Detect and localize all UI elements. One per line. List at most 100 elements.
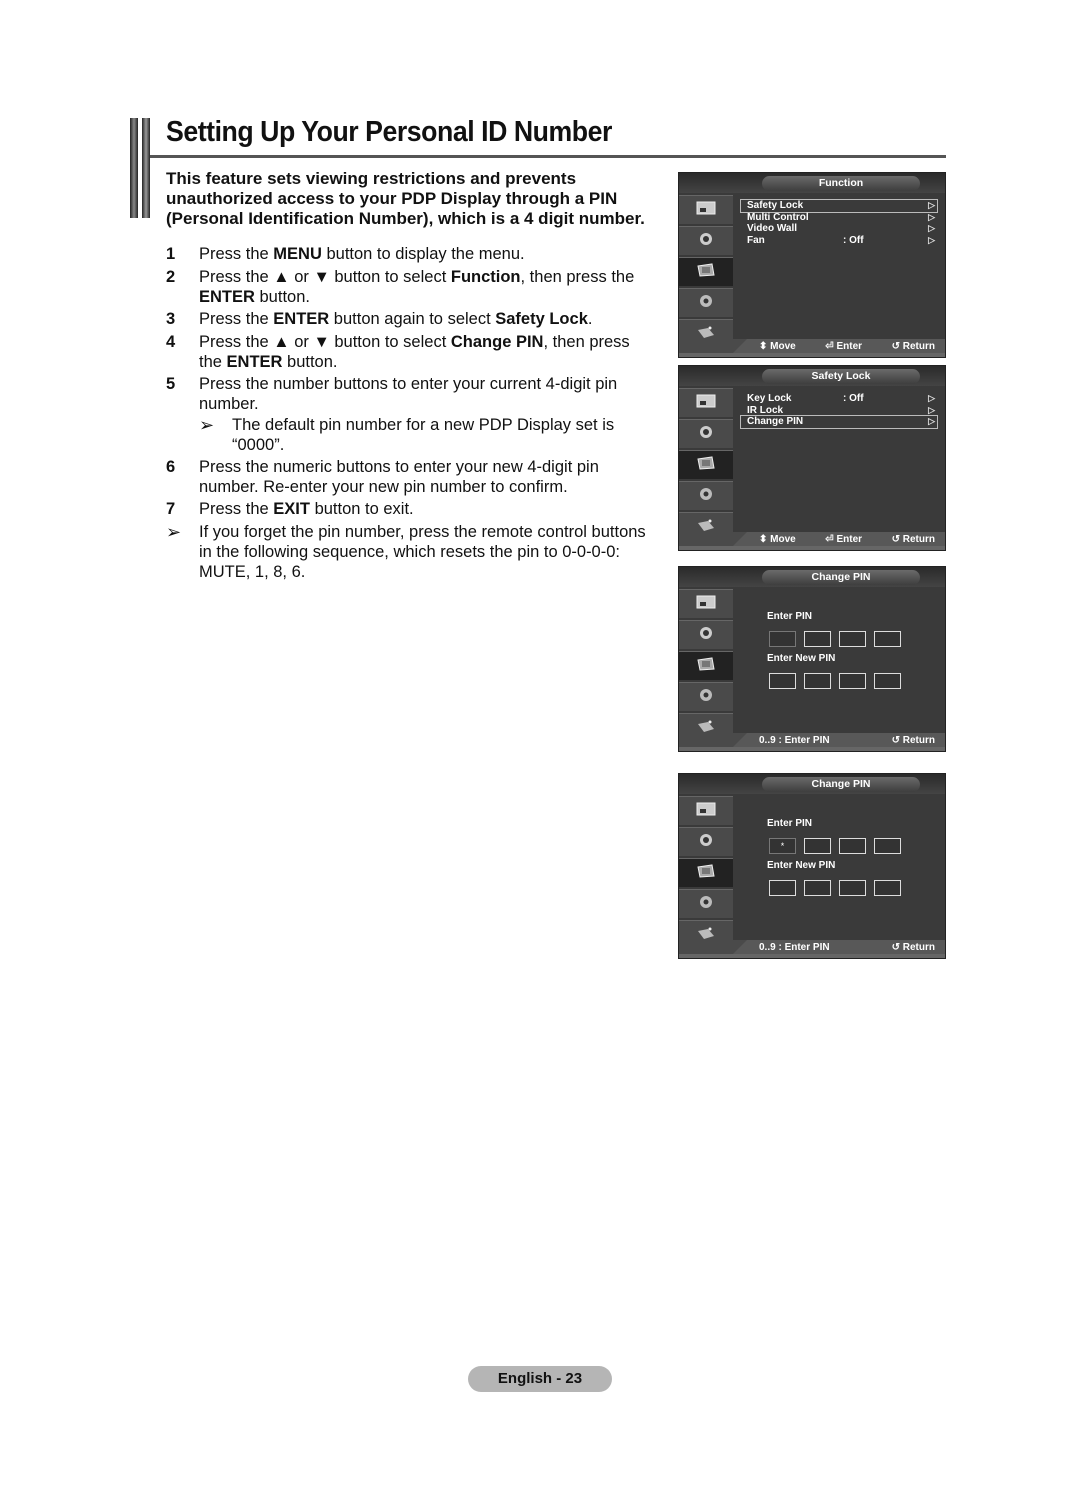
step-item: 6 Press the numeric buttons to enter your… xyxy=(166,457,656,497)
picture-icon xyxy=(696,394,716,413)
osd-menu-item[interactable]: Change PIN ▷ xyxy=(740,415,938,429)
pin-digit-box[interactable] xyxy=(769,631,796,647)
pin-digit-box[interactable] xyxy=(874,838,901,854)
return-hint: ↺ Return xyxy=(891,534,935,545)
new-pin-digit-box[interactable] xyxy=(769,880,796,896)
osd-header: Function xyxy=(762,176,920,191)
enter-hint: ⏎ Enter xyxy=(825,341,863,352)
return-hint: ↺ Return xyxy=(891,942,935,953)
osd-menu-item[interactable]: Multi Control ▷ xyxy=(741,212,937,224)
osd-tab-setup[interactable] xyxy=(679,288,733,317)
new-pin-fields xyxy=(769,673,901,689)
osd-tab-function[interactable] xyxy=(679,257,733,286)
osd-menu-screen: Safety Lock Key Lock: Off ▷ IR Lock ▷ Change … xyxy=(678,365,946,551)
osd-menu-item[interactable]: IR Lock ▷ xyxy=(741,405,937,417)
arrow-icon: ➢ xyxy=(199,414,215,435)
enter-new-pin-label: Enter New PIN xyxy=(767,653,836,664)
step-number: 6 xyxy=(166,457,176,476)
chevron-right-icon: ▷ xyxy=(928,223,935,233)
intro-text: This feature sets viewing restrictions a… xyxy=(166,169,645,228)
page-number-badge: English - 23 xyxy=(468,1366,612,1392)
step-number: 7 xyxy=(166,500,176,518)
osd-header: Change PIN xyxy=(762,570,920,585)
osd-sidebar xyxy=(679,796,733,949)
osd-menu-list: Key Lock: Off ▷ IR Lock ▷ Change PIN ▷ xyxy=(740,393,938,429)
osd-sidebar xyxy=(679,388,733,541)
step-number: 3 xyxy=(166,310,176,328)
osd-tab-sound[interactable] xyxy=(679,419,733,448)
enter-pin-label: Enter PIN xyxy=(767,611,813,622)
new-pin-digit-box[interactable] xyxy=(769,673,796,689)
osd-tab-setup[interactable] xyxy=(679,889,733,918)
step-text: Press the EXIT button to exit. xyxy=(199,500,414,518)
osd-tab-function[interactable] xyxy=(679,651,733,680)
sound-icon xyxy=(696,833,716,852)
osd-tab-sound[interactable] xyxy=(679,226,733,255)
sound-icon xyxy=(696,425,716,444)
steps-list: 1 Press the MENU button to display the me… xyxy=(166,244,656,582)
new-pin-digit-box[interactable] xyxy=(874,673,901,689)
move-hint: ⬍ Move xyxy=(759,534,796,545)
step-text: Press the ▲ or ▼ button to select Functi… xyxy=(199,267,635,306)
chevron-right-icon: ▷ xyxy=(928,393,935,403)
osd-menu-item[interactable]: Video Wall ▷ xyxy=(741,223,937,235)
new-pin-digit-box[interactable] xyxy=(839,880,866,896)
pin-digit-box[interactable] xyxy=(804,838,831,854)
pin-digit-box[interactable] xyxy=(804,631,831,647)
new-pin-digit-box[interactable] xyxy=(804,673,831,689)
return-hint: ↺ Return xyxy=(891,735,935,746)
new-pin-fields xyxy=(769,880,901,896)
osd-tab-setup[interactable] xyxy=(679,682,733,711)
step-item: 2 Press the ▲ or ▼ button to select Funct… xyxy=(166,267,656,307)
step-text: Press the MENU button to display the men… xyxy=(199,245,525,263)
step-item: 3 Press the ENTER button again to select … xyxy=(166,309,656,329)
page-title: Setting Up Your Personal ID Number xyxy=(166,116,612,148)
osd-header: Change PIN xyxy=(762,777,920,792)
osd-menu-screen: Function Safety Lock ▷ Multi Control ▷ Video … xyxy=(678,172,946,358)
chevron-right-icon: ▷ xyxy=(928,200,935,210)
chevron-right-icon: ▷ xyxy=(928,211,935,222)
osd-item-label: Safety Lock xyxy=(747,200,804,211)
osd-menu-item[interactable]: Safety Lock ▷ xyxy=(740,199,938,213)
osd-menu-screen: Change PIN Enter PIN * Enter New PIN 0..9 : … xyxy=(678,773,946,959)
step-number: 4 xyxy=(166,332,176,351)
setup-icon xyxy=(696,895,716,914)
enter-pin-fields: * xyxy=(769,838,901,854)
pin-digit-box[interactable] xyxy=(839,631,866,647)
osd-tab-picture[interactable] xyxy=(679,388,733,417)
step-note: ➢ The default pin number for a new PDP Di… xyxy=(199,414,615,454)
osd-tab-sound[interactable] xyxy=(679,620,733,649)
osd-item-label: Multi Control xyxy=(747,211,809,223)
osd-tab-function[interactable] xyxy=(679,858,733,887)
title-rule xyxy=(150,155,946,158)
osd-tab-sound[interactable] xyxy=(679,827,733,856)
osd-tab-setup[interactable] xyxy=(679,481,733,510)
pin-digit-box[interactable] xyxy=(839,838,866,854)
chevron-right-icon: ▷ xyxy=(928,404,935,415)
osd-menu-list: Safety Lock ▷ Multi Control ▷ Video Wall ▷ Fan… xyxy=(740,199,938,247)
pin-entry-hint: 0..9 : Enter PIN xyxy=(759,942,830,953)
osd-menu-item[interactable]: Fan: Off ▷ xyxy=(741,235,937,247)
enter-pin-fields xyxy=(769,631,901,647)
return-hint: ↺ Return xyxy=(891,341,935,352)
arrow-icon: ➢ xyxy=(166,522,182,542)
new-pin-digit-box[interactable] xyxy=(804,880,831,896)
chevron-right-icon: ▷ xyxy=(928,234,935,245)
step-item: 7 Press the EXIT button to exit. xyxy=(166,499,656,519)
osd-tab-picture[interactable] xyxy=(679,195,733,224)
new-pin-digit-box[interactable] xyxy=(839,673,866,689)
step-number: 5 xyxy=(166,375,176,393)
pin-entry-hint: 0..9 : Enter PIN xyxy=(759,735,830,746)
osd-item-label: IR Lock xyxy=(747,404,784,416)
osd-tab-picture[interactable] xyxy=(679,796,733,825)
pin-digit-box[interactable]: * xyxy=(769,838,796,854)
function-icon xyxy=(696,455,716,475)
new-pin-digit-box[interactable] xyxy=(874,880,901,896)
pin-digit-box[interactable] xyxy=(874,631,901,647)
step-item: 1 Press the MENU button to display the me… xyxy=(166,244,656,264)
osd-tab-function[interactable] xyxy=(679,450,733,479)
osd-menu-item[interactable]: Key Lock: Off ▷ xyxy=(741,393,937,405)
step-text: Press the number buttons to enter your c… xyxy=(199,375,618,413)
osd-tab-picture[interactable] xyxy=(679,589,733,618)
chevron-right-icon: ▷ xyxy=(928,416,935,426)
